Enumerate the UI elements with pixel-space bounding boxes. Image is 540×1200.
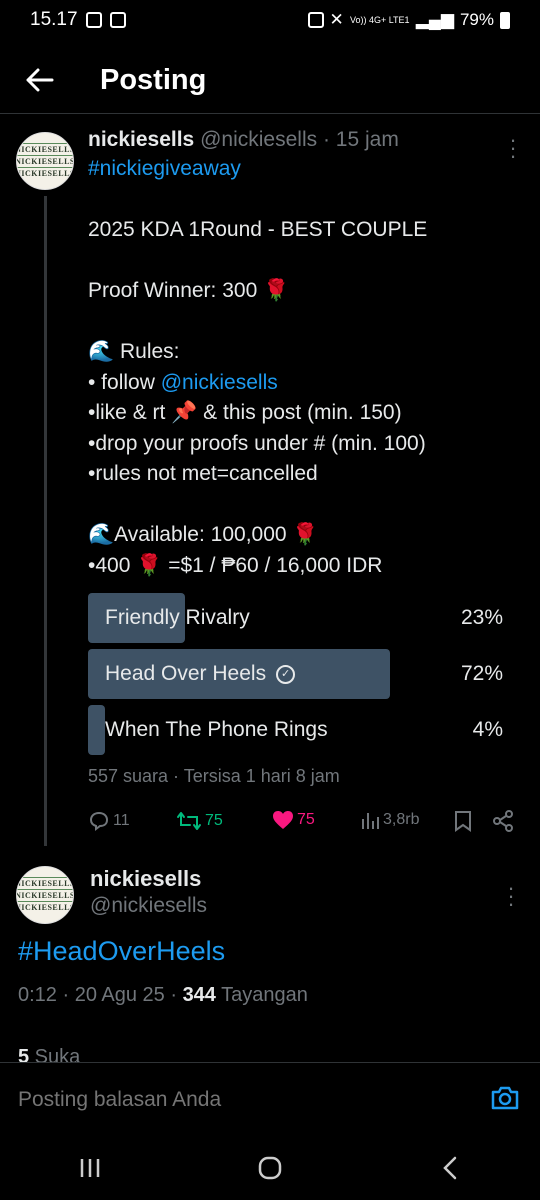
mute-icon: ✕: [329, 10, 344, 29]
more-icon[interactable]: · · ·: [506, 877, 516, 915]
alarm-icon: [307, 12, 324, 28]
hashtag-link[interactable]: #HeadOverHeels: [18, 936, 225, 967]
check-notification-icon: [109, 12, 126, 28]
system-nav-bar: [0, 1136, 540, 1200]
thread-connector: [44, 196, 47, 846]
home-icon[interactable]: [240, 1148, 300, 1188]
post-line: •400 🌹 =$1 / ₱60 / 16,000 IDR: [88, 553, 383, 577]
post-line: • follow @nickiesells: [88, 370, 278, 394]
like-button[interactable]: 75: [272, 810, 315, 830]
action-bar: 11 75 75 3,8rb: [88, 810, 518, 842]
recents-icon[interactable]: [60, 1148, 120, 1188]
poll-option[interactable]: Friendly Rivalry 23%: [88, 593, 508, 643]
repost-button[interactable]: 75: [176, 810, 223, 832]
poll-option[interactable]: When The Phone Rings 4%: [88, 705, 508, 755]
post-line: Proof Winner: 300 🌹: [88, 279, 290, 302]
author-name[interactable]: nickiesells: [90, 866, 207, 892]
reply-post-header: nickiesells @nickiesells: [90, 866, 207, 918]
battery-level: 79%: [459, 10, 494, 29]
reply-composer: [0, 1062, 540, 1136]
poll-option[interactable]: Head Over Heels ✓ 72%: [88, 649, 508, 699]
views-button[interactable]: 3,8rb: [360, 810, 419, 830]
avatar[interactable]: NICKIESELLS NICKIESELLS NICKIESELLS: [16, 132, 74, 190]
repost-count: 75: [205, 812, 223, 829]
post-timestamp: 0:12 · 20 Agu 25 · 344 Tayangan: [18, 984, 308, 1006]
author-name[interactable]: nickiesells: [88, 128, 194, 151]
battery-icon: [500, 11, 510, 29]
reply-count: 11: [113, 812, 130, 829]
share-button[interactable]: [492, 810, 514, 832]
check-circle-icon: ✓: [276, 664, 296, 684]
reply-input[interactable]: [18, 1087, 438, 1112]
post-text: #nickiegiveaway 2025 KDA 1Round - BEST C…: [88, 154, 518, 581]
reply-icon: [89, 811, 109, 831]
more-icon[interactable]: · · ·: [508, 129, 518, 167]
status-time: 15.17: [30, 9, 78, 30]
mention-link[interactable]: @nickiesells: [161, 371, 278, 394]
back-arrow-icon[interactable]: [0, 64, 80, 98]
back-icon[interactable]: [420, 1148, 480, 1188]
gallery-icon: [85, 12, 102, 28]
post-line: •rules not met=cancelled: [88, 462, 318, 485]
likes-summary[interactable]: 5 Suka: [18, 1046, 80, 1062]
page-title: Posting: [100, 64, 207, 96]
author-handle[interactable]: @nickiesells: [200, 128, 317, 151]
bookmark-icon: [455, 811, 471, 832]
views-count: 344: [182, 984, 216, 1006]
poll-footer: 557 suara · Tersisa 1 hari 8 jam: [88, 766, 340, 786]
signal-icon: ▂▄▆: [415, 10, 454, 29]
bookmark-button[interactable]: [454, 810, 472, 832]
hashtag-link[interactable]: #nickiegiveaway: [88, 154, 518, 185]
post-line: •like & rt 📌 & this post (min. 150): [88, 401, 402, 424]
poll-bar: [88, 705, 105, 755]
post-line: •drop your proofs under # (min. 100): [88, 431, 426, 455]
repost-icon: [177, 812, 201, 830]
poll-percent: 72%: [460, 662, 503, 685]
post-time: · 15 jam: [317, 128, 399, 151]
author-handle[interactable]: @nickiesells: [90, 894, 207, 918]
post-meta: nickiesells @nickiesells · 15 jam: [88, 128, 518, 152]
post-line: 🌊 Rules:: [88, 340, 180, 363]
camera-icon[interactable]: [490, 1085, 520, 1116]
post-line: 2025 KDA 1Round - BEST COUPLE: [88, 218, 428, 241]
poll-option-label: Head Over Heels: [105, 662, 267, 685]
like-count: 75: [297, 811, 315, 828]
top-app-bar: Posting: [0, 48, 540, 114]
like-icon: [273, 811, 293, 829]
post-line: 🌊Available: 100,000 🌹: [88, 523, 319, 546]
status-bar: 15.17 ✕ Vo)) 4G+ LTE1 ▂▄▆ 79%: [0, 0, 540, 40]
reply-button[interactable]: 11: [88, 810, 130, 832]
main-post: nickiesells @nickiesells · 15 jam · · · #n…: [88, 128, 518, 581]
avatar[interactable]: NICKIESELLS NICKIESELLS NICKIESELLS: [16, 866, 74, 924]
views-icon: [362, 813, 379, 829]
views-count: 3,8rb: [383, 811, 420, 828]
poll-option-label: Friendly Rivalry: [105, 606, 250, 629]
poll-percent: 4%: [472, 718, 503, 741]
share-icon: [493, 810, 513, 832]
poll-option-label: When The Phone Rings: [105, 718, 328, 741]
poll-percent: 23%: [460, 606, 503, 629]
network-indicator: Vo)) 4G+ LTE1: [349, 14, 410, 25]
poll: Friendly Rivalry 23% Head Over Heels ✓ 72…: [88, 593, 508, 761]
